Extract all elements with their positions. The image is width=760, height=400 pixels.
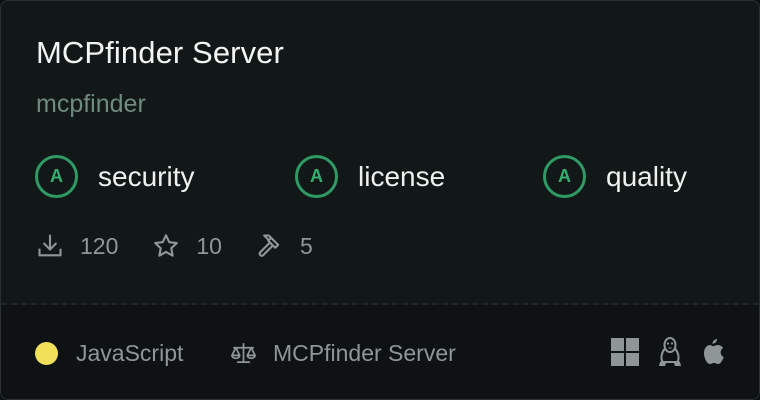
language-info: JavaScript xyxy=(35,340,183,367)
stars-count: 10 xyxy=(196,232,222,259)
license-grade-label: license xyxy=(358,160,446,192)
platform-icons xyxy=(593,337,725,367)
license-grade: A license xyxy=(295,155,445,198)
server-title[interactable]: MCPfinder Server xyxy=(36,35,284,71)
windows-icon xyxy=(611,338,639,366)
tools-stat: 5 xyxy=(256,232,313,260)
downloads-count: 120 xyxy=(80,232,119,259)
security-grade-label: security xyxy=(98,160,195,192)
security-grade-badge: A xyxy=(35,155,78,198)
quality-grade: A quality xyxy=(543,155,687,198)
tools-count: 5 xyxy=(299,232,313,259)
apple-icon xyxy=(704,339,724,364)
license-info: MCPfinder Server xyxy=(230,340,456,367)
card-footer: JavaScript MCPfinder Server xyxy=(1,305,759,399)
license-label: MCPfinder Server xyxy=(273,340,456,366)
quality-grade-label: quality xyxy=(606,160,687,192)
stats-row: 120 10 5 xyxy=(36,232,347,260)
hammer-icon xyxy=(258,234,280,257)
server-author[interactable]: mcpfinder xyxy=(36,90,146,119)
language-label: JavaScript xyxy=(76,340,184,366)
star-icon xyxy=(154,234,179,257)
download-icon xyxy=(38,234,62,257)
security-grade: A security xyxy=(35,155,194,198)
server-card[interactable]: MCPfinder Server mcpfinder A security A … xyxy=(0,0,760,400)
scale-icon xyxy=(231,343,256,364)
language-color-dot xyxy=(35,342,58,365)
license-grade-badge: A xyxy=(295,155,338,198)
downloads-stat: 120 xyxy=(36,232,118,260)
linux-icon xyxy=(659,337,681,366)
stars-stat: 10 xyxy=(152,232,222,260)
quality-grade-badge: A xyxy=(543,155,586,198)
